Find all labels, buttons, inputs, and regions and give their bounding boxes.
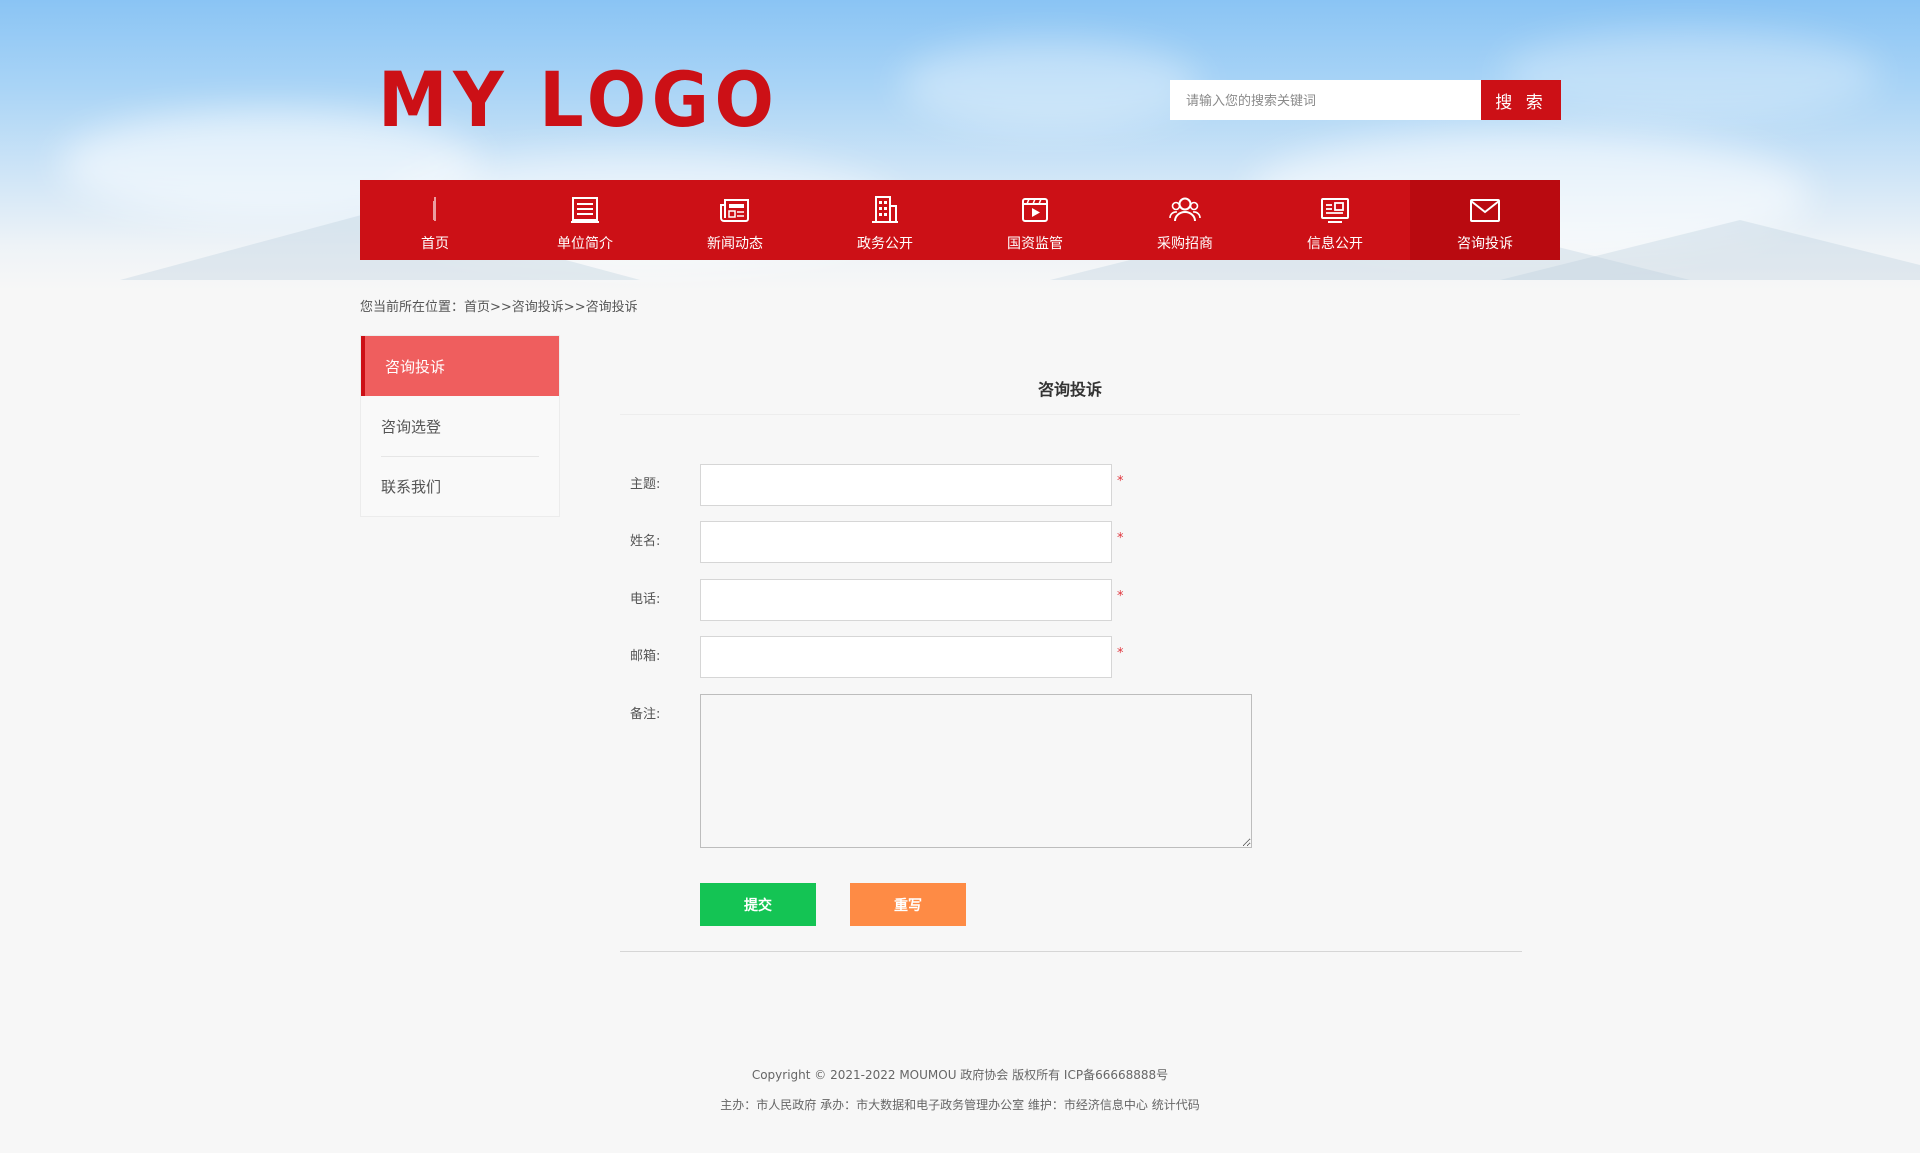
name-field[interactable] (700, 521, 1112, 563)
reset-button[interactable]: 重写 (850, 883, 966, 926)
sidebar-item-label: 联系我们 (381, 477, 442, 496)
nav-item-news[interactable]: 新闻动态 (660, 180, 810, 260)
form-row-phone: 电话: * (620, 579, 1124, 621)
nav-label: 新闻动态 (707, 236, 763, 252)
newspaper-icon (720, 199, 749, 222)
nav-item-procurement[interactable]: 采购招商 (1110, 180, 1260, 260)
sidebar-item-label: 咨询选登 (381, 417, 442, 436)
main-nav: 首页 单位简介 新闻动态 政务公开 国资监管 采购招商 信息公开 咨询投诉 (360, 180, 1560, 260)
remarks-label: 备注: (630, 707, 661, 722)
form-row-remarks: 备注: (620, 694, 1252, 848)
required-mark: * (1117, 589, 1124, 604)
form-row-email: 邮箱: * (620, 636, 1124, 678)
sidebar-item-contact[interactable]: 联系我们 (361, 456, 559, 516)
nav-label: 国资监管 (1007, 236, 1063, 252)
mountain-decoration (1500, 220, 1920, 280)
sidebar-item-label: 咨询投诉 (385, 357, 446, 376)
name-label: 姓名: (630, 534, 661, 549)
nav-label: 采购招商 (1157, 236, 1213, 252)
footer-credits: 主办：市人民政府 承办：市大数据和电子政务管理办公室 维护：市经济信息中心 统计… (720, 1098, 1200, 1112)
form-row-subject: 主题: * (620, 464, 1124, 506)
phone-label: 电话: (630, 592, 661, 607)
nav-label: 政务公开 (857, 236, 913, 252)
required-mark: * (1117, 531, 1124, 546)
page-title: 咨询投诉 (1037, 380, 1102, 399)
submit-button[interactable]: 提交 (700, 883, 816, 926)
nav-item-supervision[interactable]: 国资监管 (960, 180, 1110, 260)
phone-field[interactable] (700, 579, 1112, 621)
breadcrumb-prefix: 您当前所在位置： (360, 300, 465, 315)
footer-copyright: Copyright © 2021-2022 MOUMOU 政府协会 版权所有 I… (751, 1068, 1169, 1082)
nav-item-consult[interactable]: 咨询投诉 (1410, 180, 1560, 260)
nav-item-home[interactable]: 首页 (360, 180, 510, 260)
info-card-icon (1321, 198, 1349, 223)
breadcrumb-path[interactable]: 首页>>咨询投诉>>咨询投诉 (464, 300, 638, 315)
sidebar-item-consult[interactable]: 咨询投诉 (361, 336, 559, 396)
site-logo[interactable]: MY LOGO (378, 62, 780, 138)
users-icon (1169, 197, 1201, 222)
search-button[interactable]: 搜 索 (1481, 80, 1561, 120)
required-mark: * (1117, 474, 1124, 489)
nav-item-about[interactable]: 单位简介 (510, 180, 660, 260)
sidebar: 咨询投诉 咨询选登 联系我们 (360, 335, 560, 517)
search-input[interactable] (1170, 80, 1481, 120)
divider (620, 414, 1520, 415)
nav-label: 咨询投诉 (1457, 236, 1513, 252)
subject-field[interactable] (700, 464, 1112, 506)
email-label: 邮箱: (630, 649, 661, 664)
building-icon (872, 196, 898, 223)
email-field[interactable] (700, 636, 1112, 678)
sidebar-item-selected[interactable]: 咨询选登 (361, 396, 559, 456)
form-row-name: 姓名: * (620, 521, 1124, 563)
nav-label: 信息公开 (1307, 236, 1363, 252)
nav-item-information[interactable]: 信息公开 (1260, 180, 1410, 260)
cloud-decoration (900, 40, 1200, 130)
document-icon (571, 197, 599, 223)
remarks-textarea[interactable] (700, 694, 1252, 848)
subject-label: 主题: (630, 477, 661, 492)
nav-item-affairs[interactable]: 政务公开 (810, 180, 960, 260)
nav-label: 单位简介 (557, 236, 613, 252)
nav-label: 首页 (421, 236, 449, 252)
home-icon (433, 197, 436, 221)
divider (620, 951, 1522, 952)
mail-icon (1470, 199, 1500, 222)
breadcrumb: 您当前所在位置：首页>>咨询投诉>>咨询投诉 (360, 296, 638, 315)
video-icon (1022, 198, 1048, 222)
search-bar: 搜 索 (1170, 80, 1561, 120)
required-mark: * (1117, 646, 1124, 661)
